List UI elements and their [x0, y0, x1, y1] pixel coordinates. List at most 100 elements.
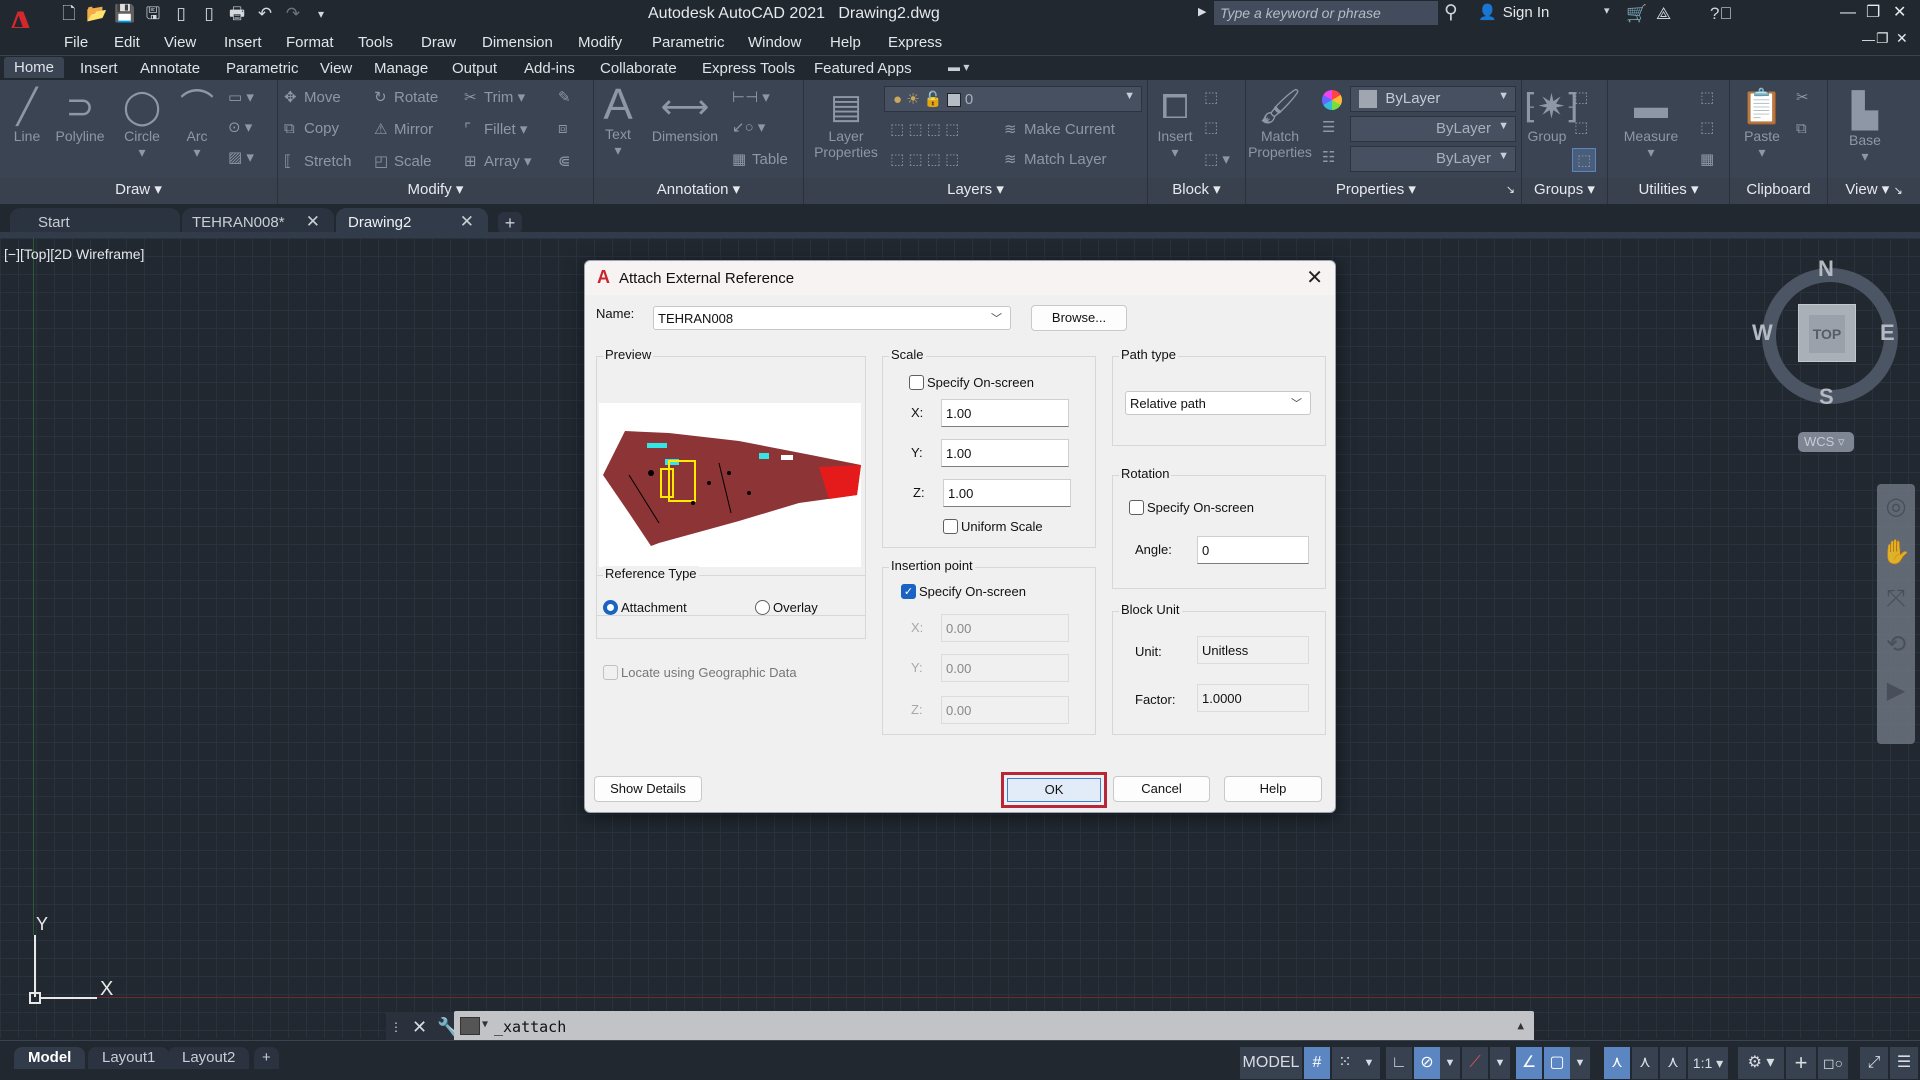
menu-draw[interactable]: Draw [421, 34, 456, 51]
insertion-specify-checkbox[interactable]: ✓ Specify On-screen [901, 584, 1026, 599]
snap-toggle-icon[interactable]: ⁙ [1332, 1047, 1358, 1079]
menu-express[interactable]: Express [888, 34, 942, 51]
make-current-button[interactable]: ≋ Make Current [1004, 120, 1115, 138]
lineweight-dropdown[interactable]: ByLayer ▼ [1350, 116, 1516, 142]
create-block-icon[interactable]: ⬚ [1204, 88, 1218, 106]
panel-label-groups[interactable]: Groups ▾ [1522, 178, 1607, 204]
hatch-icon[interactable]: ▨ ▾ [228, 148, 254, 166]
ribbon-tab-express-tools[interactable]: Express Tools [702, 60, 795, 77]
zoom-extents-icon[interactable]: ⤧ [1877, 576, 1915, 622]
polar-toggle-icon[interactable]: ⊘ [1414, 1047, 1440, 1079]
menu-format[interactable]: Format [286, 34, 334, 51]
erase-icon[interactable]: ✎ [558, 88, 571, 106]
rectangle-icon[interactable]: ▭ ▾ [228, 88, 254, 106]
ribbon-tab-output[interactable]: Output [452, 60, 497, 77]
line-button[interactable]: ╱ Line [4, 86, 50, 144]
base-button[interactable]: ▙ Base ▾ [1840, 90, 1890, 164]
linetype-dropdown[interactable]: ByLayer ▼ [1350, 146, 1516, 172]
geographic-data-checkbox[interactable]: Locate using Geographic Data [603, 665, 797, 680]
copy-button[interactable]: ⧉ Copy [284, 120, 339, 137]
menu-file[interactable]: File [64, 34, 88, 51]
sign-in-dropdown-icon[interactable]: ▾ [1604, 4, 1610, 17]
viewcube-top-face[interactable]: TOP [1798, 304, 1856, 362]
plot-icon[interactable]: 🖶 [226, 3, 248, 25]
group-edit-icon[interactable]: ⬚ [1574, 118, 1588, 136]
select-all-icon[interactable]: ⬚ [1700, 118, 1714, 136]
polyline-button[interactable]: ⊃ Polyline [50, 86, 110, 144]
save-icon[interactable]: 💾 [114, 3, 136, 25]
panel-label-utilities[interactable]: Utilities ▾ [1608, 178, 1729, 204]
isodraft-toggle-icon[interactable]: ⟋ [1462, 1047, 1488, 1079]
grid-toggle-icon[interactable]: # [1304, 1047, 1330, 1079]
stretch-button[interactable]: ⟦ Stretch [284, 152, 352, 170]
cart-icon[interactable]: 🛒 [1626, 4, 1647, 24]
compass-south[interactable]: S [1819, 384, 1834, 410]
layout-tab-model[interactable]: Model [14, 1047, 86, 1069]
insertion-x-input[interactable]: 0.00 [941, 614, 1069, 642]
dialog-launcher-icon[interactable]: ↘ [1506, 178, 1521, 202]
rotation-specify-checkbox[interactable]: Specify On-screen [1129, 500, 1254, 515]
menu-view[interactable]: View [164, 34, 196, 51]
insertion-y-input[interactable]: 0.00 [941, 654, 1069, 682]
dialog-launcher-icon[interactable]: ↘ [1893, 185, 1902, 197]
pan-icon[interactable]: ✋ [1877, 530, 1915, 576]
fullscreen-icon[interactable]: ⤢ [1860, 1047, 1888, 1079]
scale-specify-checkbox[interactable]: Specify On-screen [909, 375, 1034, 390]
cancel-button[interactable]: Cancel [1113, 776, 1210, 802]
scale-button[interactable]: ◰ Scale [374, 152, 432, 170]
menu-parametric[interactable]: Parametric [652, 34, 725, 51]
annotation-scale-icon[interactable]: ⋏ [1660, 1047, 1686, 1079]
match-layer-button[interactable]: ≋ Match Layer [1004, 150, 1107, 168]
panel-label-modify[interactable]: Modify ▾ [278, 178, 593, 204]
compass-north[interactable]: N [1818, 256, 1834, 282]
menu-help[interactable]: Help [830, 34, 861, 51]
group-selection-toggle-icon[interactable]: ⬚ [1572, 148, 1597, 172]
save-to-mobile-icon[interactable]: ▯ [198, 3, 220, 25]
ribbon-tab-parametric[interactable]: Parametric [226, 60, 299, 77]
menu-dimension[interactable]: Dimension [482, 34, 553, 51]
leader-icon[interactable]: ↙○ ▾ [732, 118, 765, 136]
ucs-menu[interactable]: WCS ▿ [1798, 432, 1854, 452]
close-tab-icon[interactable]: ✕ [306, 212, 320, 232]
color-dropdown[interactable]: ByLayer ▼ [1350, 86, 1516, 112]
panel-label-clipboard[interactable]: Clipboard [1730, 178, 1827, 204]
explode-icon[interactable]: ⧈ [558, 120, 568, 137]
ribbon-tab-add-ins[interactable]: Add-ins [524, 60, 575, 77]
uniform-scale-checkbox[interactable]: Uniform Scale [943, 519, 1043, 534]
polar-menu-icon[interactable]: ▼ [1440, 1047, 1460, 1079]
table-button[interactable]: ▦ Table [732, 150, 788, 168]
minimize-icon[interactable]: — [1840, 4, 1856, 22]
undo-icon[interactable]: ↶ [254, 3, 276, 25]
open-from-mobile-icon[interactable]: ▯ [170, 3, 192, 25]
search-icon[interactable]: ⚲ [1444, 1, 1458, 24]
browse-button[interactable]: Browse... [1031, 305, 1127, 331]
ribbon-tab-annotate[interactable]: Annotate [140, 60, 200, 77]
panel-label-draw[interactable]: Draw ▾ [0, 178, 277, 204]
workspace-gear-icon[interactable]: ⚙ ▾ [1738, 1047, 1784, 1079]
paste-button[interactable]: 📋 Paste ▾ [1734, 86, 1790, 160]
insert-button[interactable]: ⧠ Insert ▾ [1150, 86, 1200, 160]
insertion-z-input[interactable]: 0.00 [941, 696, 1069, 724]
new-tab-button[interactable]: + [498, 212, 522, 234]
orbit-icon[interactable]: ⟲ [1877, 622, 1915, 668]
layer-dropdown[interactable]: ● ☀ 🔓 0 ▼ [884, 86, 1142, 112]
arc-button[interactable]: ⌒ Arc ▾ [172, 86, 222, 160]
layout-tab-layout1[interactable]: Layout1 [88, 1047, 170, 1069]
compass-east[interactable]: E [1880, 320, 1895, 346]
customize-status-bar-icon[interactable]: ☰ [1890, 1047, 1918, 1079]
open-icon[interactable]: 📂 [86, 3, 108, 25]
compass-west[interactable]: W [1752, 320, 1773, 346]
sign-in-button[interactable]: 👤 Sign In [1478, 3, 1549, 22]
doc-close-icon[interactable]: ✕ [1896, 30, 1908, 47]
restore-icon[interactable]: ❐ [1866, 2, 1880, 22]
mirror-button[interactable]: ⚠ Mirror [374, 120, 433, 138]
move-button[interactable]: ✥ Move [284, 88, 341, 106]
offset-icon[interactable]: ⋐ [558, 152, 571, 170]
linear-dim-icon[interactable]: ⊢⊣ ▾ [732, 88, 770, 106]
object-snap-icon[interactable]: ▢ [1544, 1047, 1570, 1079]
block-attribute-icon[interactable]: ⬚ ▾ [1204, 150, 1230, 168]
panel-label-block[interactable]: Block ▾ [1148, 178, 1245, 204]
menu-window[interactable]: Window [748, 34, 801, 51]
layer-tools-row1-icon[interactable]: ⬚ ⬚ ⬚ ⬚ [890, 120, 959, 138]
command-history-icon[interactable]: ▲ [1517, 1019, 1524, 1032]
